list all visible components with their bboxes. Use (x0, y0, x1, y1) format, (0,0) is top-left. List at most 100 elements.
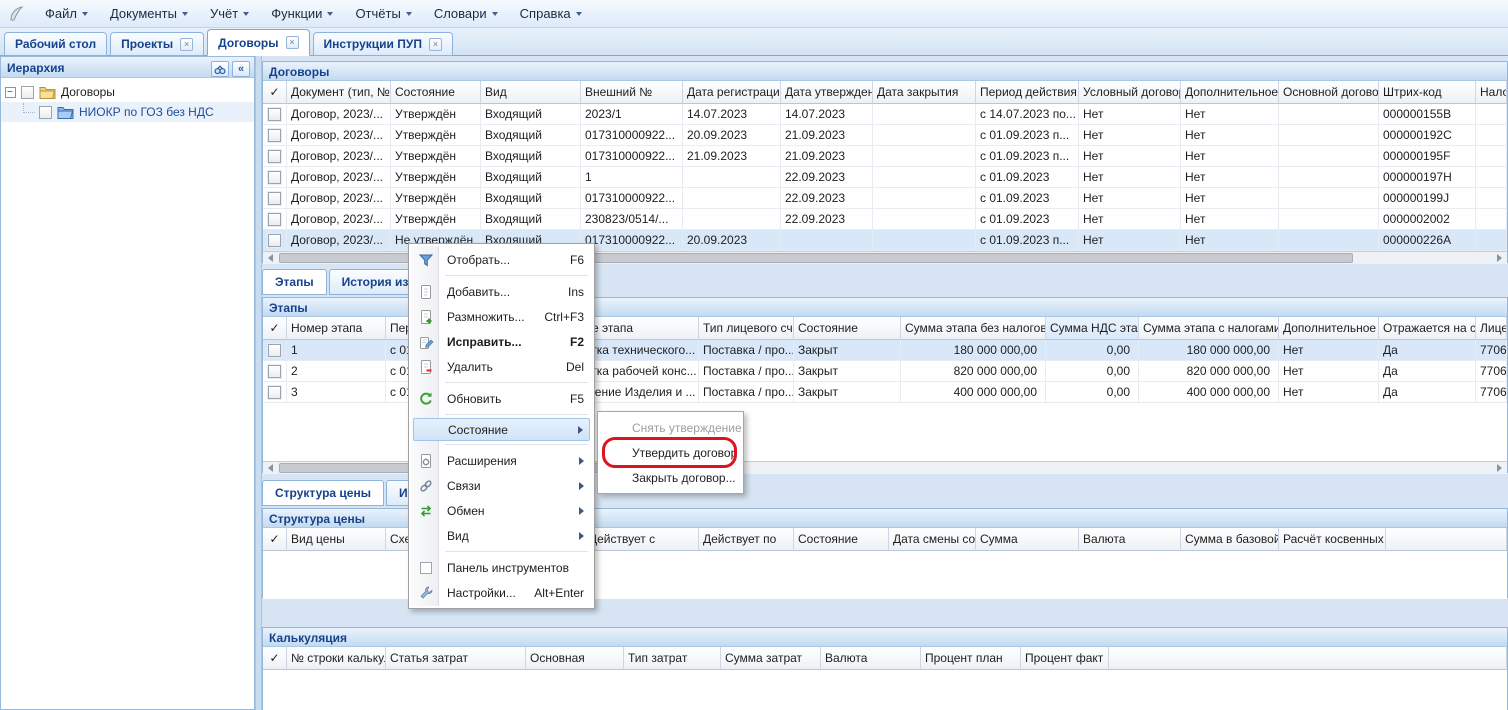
menu-справка[interactable]: Справка (509, 0, 593, 27)
column-header[interactable]: Процент план (921, 647, 1021, 670)
search-icon[interactable] (211, 61, 229, 77)
menu-item[interactable]: Отобрать...F6 (413, 247, 590, 272)
tree-node-label[interactable]: НИОКР по ГОЗ без НДС (79, 105, 214, 119)
column-header[interactable]: Состояние (794, 528, 889, 551)
column-header[interactable]: Состояние (794, 317, 901, 340)
close-icon[interactable]: × (180, 38, 193, 51)
menu-документы[interactable]: Документы (99, 0, 199, 27)
tree-node-label[interactable]: Договоры (61, 85, 115, 99)
menu-item-annotated[interactable]: Утвердить договор (602, 440, 739, 465)
column-header[interactable]: Дата утверждения (781, 81, 873, 104)
column-header[interactable]: Вид (481, 81, 581, 104)
column-header[interactable]: Сумма (976, 528, 1079, 551)
table-row[interactable]: Договор, 2023/...УтверждёнВходящий017310… (263, 125, 1507, 146)
tab[interactable]: Рабочий стол (4, 32, 107, 56)
column-header[interactable]: ✓ (263, 81, 287, 104)
table-row[interactable]: Договор, 2023/...УтверждёнВходящий2023/1… (263, 104, 1507, 125)
column-header[interactable] (1386, 528, 1507, 551)
column-header[interactable]: Нало (1476, 81, 1507, 104)
row-checkbox[interactable] (268, 192, 281, 205)
column-header[interactable]: Основная (526, 647, 624, 670)
row-checkbox[interactable] (268, 234, 281, 247)
column-header[interactable]: Сумма НДС этапа (1046, 317, 1139, 340)
row-checkbox[interactable] (268, 365, 281, 378)
menu-item[interactable]: Связи (413, 473, 590, 498)
menu-item[interactable]: УдалитьDel (413, 354, 590, 379)
row-checkbox[interactable] (268, 129, 281, 142)
column-header[interactable]: Вид цены (287, 528, 386, 551)
column-header[interactable]: Сумма в базовой в (1181, 528, 1279, 551)
tree-node-root[interactable]: Договоры (1, 82, 254, 102)
column-header[interactable]: Дополнительное с (1181, 81, 1279, 104)
menu-отчёты[interactable]: Отчёты (344, 0, 422, 27)
scroll-right-icon[interactable] (1492, 252, 1507, 264)
column-header[interactable]: Валюта (821, 647, 921, 670)
column-header[interactable]: Штрих-код (1379, 81, 1476, 104)
menu-item[interactable]: Вид (413, 523, 590, 548)
table-row[interactable]: Договор, 2023/...УтверждёнВходящий017310… (263, 146, 1507, 167)
menu-item[interactable]: Размножить...Ctrl+F3 (413, 304, 590, 329)
row-checkbox[interactable] (268, 171, 281, 184)
column-header[interactable]: Документ (тип, № (287, 81, 391, 104)
column-header[interactable]: Лице (1476, 317, 1507, 340)
column-header[interactable]: Номер этапа (287, 317, 386, 340)
panel-splitter[interactable] (255, 56, 262, 710)
scroll-left-icon[interactable] (263, 462, 278, 474)
column-header[interactable]: Сумма затрат (721, 647, 821, 670)
tab[interactable]: Инструкции ПУП× (313, 32, 453, 56)
menu-item[interactable]: Добавить...Ins (413, 279, 590, 304)
column-header[interactable]: ✓ (263, 647, 287, 670)
column-header[interactable]: Тип лицевого счёт (699, 317, 794, 340)
column-header[interactable]: Действует по (699, 528, 794, 551)
table-row[interactable]: Договор, 2023/...УтверждёнВходящий230823… (263, 209, 1507, 230)
column-header[interactable]: Статья затрат (386, 647, 526, 670)
row-checkbox[interactable] (268, 344, 281, 357)
column-header[interactable]: Сумма этапа с налогами (1139, 317, 1279, 340)
node-checkbox[interactable] (39, 106, 52, 119)
column-header[interactable]: Процент факт (1021, 647, 1109, 670)
menu-item[interactable]: Панель инструментов (413, 555, 590, 580)
column-header[interactable]: Период действия.. (976, 81, 1079, 104)
column-header[interactable]: Расчёт косвенных (1279, 528, 1386, 551)
column-header[interactable]: Тип затрат (624, 647, 721, 670)
tree-node-child[interactable]: НИОКР по ГОЗ без НДС (1, 102, 254, 122)
menu-item[interactable]: Состояние (413, 418, 590, 441)
close-icon[interactable]: × (429, 38, 442, 51)
scroll-left-icon[interactable] (263, 252, 278, 264)
row-checkbox[interactable] (268, 386, 281, 399)
column-header[interactable] (1109, 647, 1507, 670)
tab[interactable]: Договоры× (207, 29, 309, 56)
column-header[interactable]: Действует с (585, 528, 699, 551)
tab[interactable]: Проекты× (110, 32, 204, 56)
menu-словари[interactable]: Словари (423, 0, 509, 27)
menu-item[interactable]: Исправить...F2 (413, 329, 590, 354)
column-header[interactable]: Дата закрытия (873, 81, 976, 104)
column-header[interactable]: Сумма этапа без налогов (901, 317, 1046, 340)
row-checkbox[interactable] (268, 213, 281, 226)
column-header[interactable]: Отражается на сум (1379, 317, 1476, 340)
column-header[interactable]: Дата регистрации. (683, 81, 781, 104)
close-icon[interactable]: × (286, 36, 299, 49)
column-header[interactable]: ✓ (263, 317, 287, 340)
column-header[interactable]: Состояние (391, 81, 481, 104)
node-checkbox[interactable] (21, 86, 34, 99)
menu-файл[interactable]: Файл (34, 0, 99, 27)
row-checkbox[interactable] (268, 150, 281, 163)
collapse-panel-icon[interactable]: « (232, 61, 250, 77)
scroll-right-icon[interactable] (1492, 462, 1507, 474)
column-header[interactable]: Внешний № (581, 81, 683, 104)
column-header[interactable]: ✓ (263, 528, 287, 551)
menu-item[interactable]: Обмен (413, 498, 590, 523)
tab[interactable]: Этапы (262, 269, 327, 295)
menu-учёт[interactable]: Учёт (199, 0, 260, 27)
column-header[interactable]: Дополнительное с (1279, 317, 1379, 340)
menu-item[interactable]: Закрыть договор... (602, 465, 739, 490)
column-header[interactable]: Условный договор (1079, 81, 1181, 104)
column-header[interactable]: Валюта (1079, 528, 1181, 551)
menu-item[interactable]: Расширения (413, 448, 590, 473)
column-header[interactable]: № строки калькул (287, 647, 386, 670)
column-header[interactable]: Основной договор (1279, 81, 1379, 104)
column-header[interactable]: Дата смены состоя (889, 528, 976, 551)
menu-item[interactable]: ОбновитьF5 (413, 386, 590, 411)
collapse-node-icon[interactable] (5, 87, 16, 98)
